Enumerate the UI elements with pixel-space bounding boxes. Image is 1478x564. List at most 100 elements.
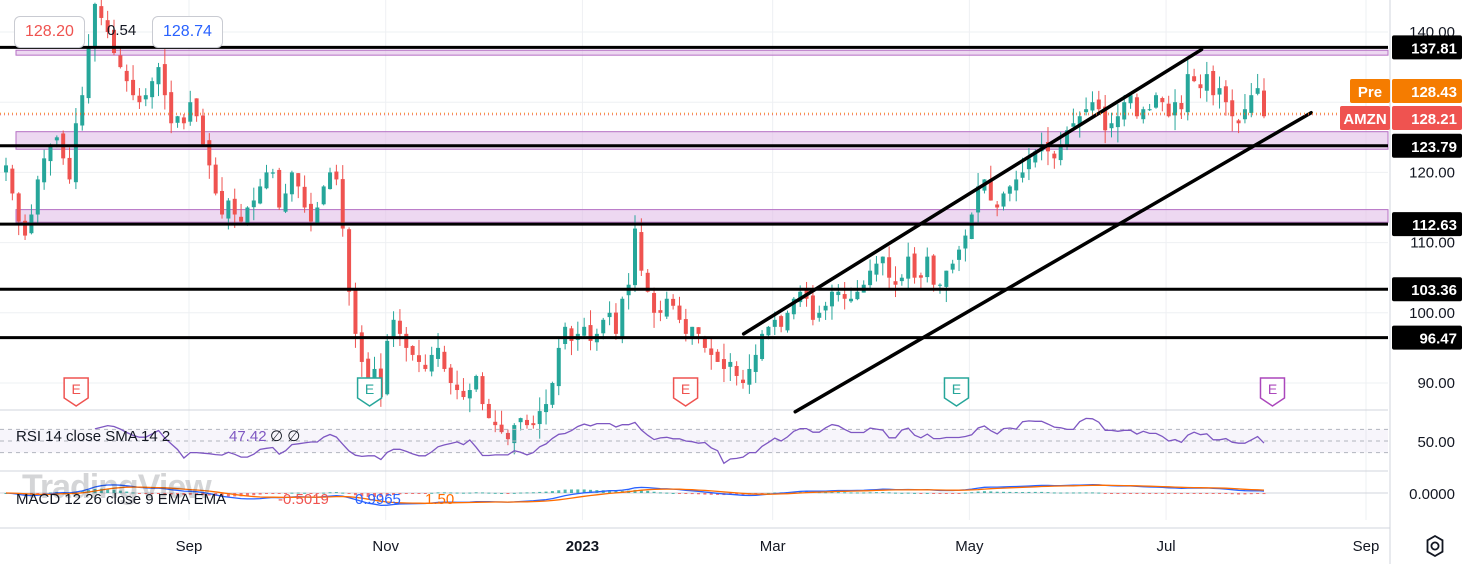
candle-body [480, 376, 485, 405]
macd-histogram-bar [461, 492, 465, 494]
earnings-marker-1[interactable]: E [356, 377, 383, 407]
candle-body [347, 229, 352, 292]
candle-body [544, 404, 549, 413]
price-tick-label: 100.00 [1409, 305, 1455, 322]
candle-body [925, 256, 930, 278]
price-tag-name-0: Pre [1358, 84, 1382, 101]
macd-histogram-bar [341, 492, 345, 494]
candle-body [817, 312, 822, 318]
macd-histogram-bar [881, 492, 885, 494]
macd-histogram-bar [519, 492, 523, 494]
earnings-marker-4[interactable]: E [1259, 377, 1286, 407]
candle-body [728, 361, 733, 367]
macd-histogram-bar [1071, 492, 1075, 494]
macd-tick-label: 0.0000 [1409, 486, 1455, 503]
candle-body [918, 275, 923, 278]
candle-body [518, 418, 523, 423]
candle-body [906, 256, 911, 279]
macd-histogram-bar [982, 491, 986, 493]
macd-histogram-bar [1008, 491, 1012, 493]
macd-histogram-bar [1192, 493, 1196, 494]
price-tags: 128.43 Pre 128.21 AMZN [0, 79, 1462, 130]
rsi-pane: RSI 14 close SMA 14 2 47.42 ∅ ∅ [0, 417, 1388, 465]
price-tick-label: 120.00 [1409, 164, 1455, 181]
candle-body [1262, 90, 1266, 117]
candle-body [969, 214, 974, 240]
macd-histogram-bar [1186, 493, 1190, 494]
candle-body [220, 190, 225, 215]
earnings-label: E [365, 381, 374, 397]
candle-body [226, 200, 231, 219]
candle-body [1153, 95, 1158, 108]
candle-body [1090, 102, 1095, 111]
candle-body [340, 179, 345, 229]
macd-histogram-bar [1116, 493, 1120, 494]
earnings-marker-3[interactable]: E [943, 377, 970, 407]
candle-body [963, 235, 968, 249]
candle-body [404, 333, 409, 348]
channel-upper-line[interactable] [741, 47, 1204, 336]
candle-body [175, 116, 180, 123]
candle-body [474, 375, 479, 390]
macd-histogram-bar [1078, 492, 1082, 494]
macd-histogram-bar [474, 492, 478, 494]
candle-body [73, 123, 78, 183]
macd-histogram-bar [951, 493, 955, 494]
earnings-markers[interactable]: EEEEE [63, 377, 1286, 407]
candle-body [207, 140, 212, 166]
header-high-value: 128.74 [152, 16, 223, 48]
macd-histogram-bar [569, 489, 573, 493]
macd-histogram-bar [1052, 492, 1056, 494]
gear-icon[interactable] [1422, 533, 1448, 559]
time-axis[interactable]: Sep Nov 2023 Mar May Jul Sep [176, 538, 1380, 555]
candle-body [715, 351, 720, 362]
macd-histogram-bar [487, 492, 491, 494]
macd-histogram-bar [1103, 493, 1107, 494]
level-tag-label-4: 96.47 [1419, 331, 1457, 348]
candle-body [944, 270, 949, 287]
chart-canvas[interactable]: EEEEE RSI 14 close SMA 14 2 47.42 ∅ ∅ MACD… [0, 0, 1478, 564]
macd-histogram-bar [1154, 493, 1158, 494]
macd-histogram-bar [506, 493, 510, 494]
level-tag-label-3: 103.36 [1411, 282, 1457, 299]
candle-body [741, 379, 746, 383]
macd-histogram-bar [887, 492, 891, 494]
level-tag-label-2: 112.63 [1412, 217, 1457, 234]
earnings-marker-2[interactable]: E [672, 377, 699, 407]
macd-signal-value: 1.50 [425, 491, 454, 508]
macd-histogram-bar [1211, 493, 1215, 494]
macd-histogram-bar [334, 492, 338, 494]
candle-body [1141, 109, 1146, 120]
macd-histogram-bar [652, 491, 656, 493]
candle-body [1014, 179, 1019, 191]
candle-body [353, 290, 358, 334]
candle-body [1007, 186, 1012, 194]
candle-body [188, 102, 193, 122]
candle-body [289, 172, 294, 195]
horizontal-levels[interactable] [0, 45, 1388, 340]
candle-body [200, 115, 205, 145]
macd-histogram-bar [849, 492, 853, 494]
macd-histogram-bar [1256, 493, 1260, 494]
macd-histogram-bar [1097, 492, 1101, 494]
candle-body [613, 312, 618, 334]
candle-body [137, 95, 142, 103]
candle-body [1122, 102, 1127, 120]
candle-body [131, 79, 136, 96]
macd-histogram-bar [271, 493, 275, 494]
macd-histogram-bar [995, 491, 999, 493]
candle-body [607, 312, 612, 318]
macd-histogram-bar [970, 492, 974, 494]
earnings-marker-0[interactable]: E [63, 377, 89, 407]
macd-histogram-bar [1218, 493, 1222, 494]
candle-body [550, 383, 555, 405]
macd-histogram-bar [957, 493, 961, 494]
candle-body [486, 403, 491, 419]
macd-histogram-value: -0.5019 [278, 491, 329, 508]
candle-body [302, 186, 307, 208]
candle-body [423, 364, 428, 369]
rsi-tick-label: 50.00 [1417, 434, 1455, 451]
macd-histogram-bar [1243, 493, 1247, 495]
candle-body [283, 193, 288, 212]
candle-body [734, 365, 739, 376]
